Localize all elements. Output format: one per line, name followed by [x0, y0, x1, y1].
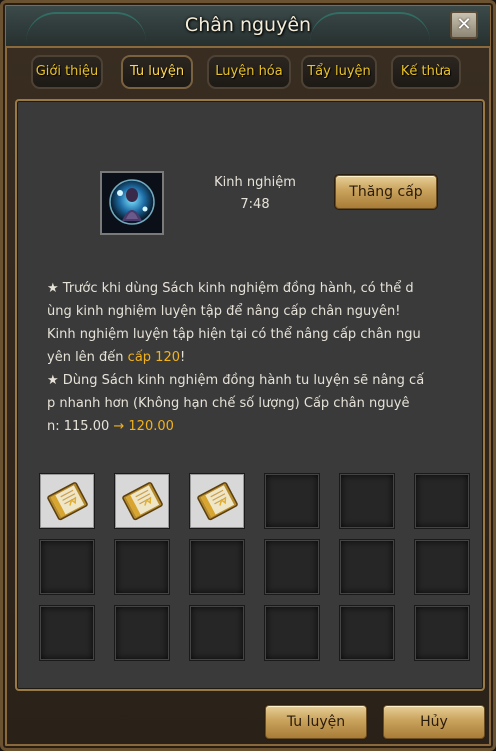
- tab-bar: Giới thiệu Tu luyện Luyện hóa Tẩy luyện …: [31, 55, 463, 89]
- description-line: yên lên đến cấp 120!: [47, 346, 459, 369]
- title-bar[interactable]: Chân nguyên ✕: [6, 6, 490, 48]
- description-line: n: 115.00 → 120.00: [47, 415, 459, 438]
- exp-book-icon: [121, 482, 165, 522]
- companion-portrait-icon: [102, 173, 162, 233]
- exp-book-icon: [46, 482, 90, 522]
- target-level-highlight: cấp 120: [127, 350, 180, 365]
- description-text-fragment: !: [179, 350, 186, 365]
- description-line: ùng kinh nghiệm luyện tập để nâng cấp ch…: [47, 304, 401, 319]
- description-text: ★ Trước khi dùng Sách kinh nghiệm đồng h…: [47, 277, 459, 438]
- item-slot-empty[interactable]: [39, 605, 95, 661]
- item-slot-empty[interactable]: [264, 605, 320, 661]
- description-line: p nhanh hơn (Không hạn chế số lượng) Cấp…: [47, 396, 410, 411]
- item-slot-empty[interactable]: [114, 605, 170, 661]
- tab-tay-luyen[interactable]: Tẩy luyện: [301, 55, 377, 89]
- arrow-right-icon: →: [113, 419, 125, 434]
- close-icon[interactable]: ✕: [450, 11, 478, 39]
- experience-value: 7:48: [240, 197, 270, 212]
- description-text-fragment: yên lên đến: [47, 350, 128, 365]
- train-button[interactable]: Tu luyện: [265, 705, 367, 739]
- item-slot-empty[interactable]: [414, 539, 470, 595]
- cancel-button[interactable]: Hủy: [383, 705, 485, 739]
- item-slot-empty[interactable]: [189, 539, 245, 595]
- companion-avatar[interactable]: [100, 171, 164, 235]
- item-slot-exp-book[interactable]: [39, 473, 95, 529]
- window-title: Chân nguyên: [184, 14, 312, 36]
- next-level-value: 120.00: [124, 419, 174, 434]
- item-slot-empty[interactable]: [114, 539, 170, 595]
- description-line: Kinh nghiệm luyện tập hiện tại có thể nâ…: [47, 327, 421, 342]
- tab-gioi-thieu[interactable]: Giới thiệu: [31, 55, 103, 89]
- tab-tu-luyen[interactable]: Tu luyện: [121, 55, 193, 89]
- exp-book-icon: [196, 482, 240, 522]
- level-up-button[interactable]: Thăng cấp: [335, 175, 437, 209]
- item-slot-empty[interactable]: [39, 539, 95, 595]
- item-slot-exp-book[interactable]: [189, 473, 245, 529]
- description-line: ★ Trước khi dùng Sách kinh nghiệm đồng h…: [47, 281, 414, 296]
- item-slot-exp-book[interactable]: [114, 473, 170, 529]
- item-slot-empty[interactable]: [264, 473, 320, 529]
- description-line: ★ Dùng Sách kinh nghiệm đồng hành tu luy…: [47, 373, 425, 388]
- item-slot-empty[interactable]: [339, 539, 395, 595]
- experience-label: Kinh nghiệm: [214, 175, 296, 190]
- tab-ke-thua[interactable]: Kế thừa: [391, 55, 461, 89]
- item-slot-empty[interactable]: [414, 605, 470, 661]
- tab-luyen-hoa[interactable]: Luyện hóa: [207, 55, 291, 89]
- item-slot-empty[interactable]: [339, 473, 395, 529]
- chan-nguyen-window: Chân nguyên ✕ Giới thiệu Tu luyện Luyện …: [0, 0, 496, 751]
- item-slot-empty[interactable]: [414, 473, 470, 529]
- item-slot-empty[interactable]: [264, 539, 320, 595]
- current-level-value: n: 115.00: [47, 419, 114, 434]
- item-slot-empty[interactable]: [339, 605, 395, 661]
- item-slot-empty[interactable]: [189, 605, 245, 661]
